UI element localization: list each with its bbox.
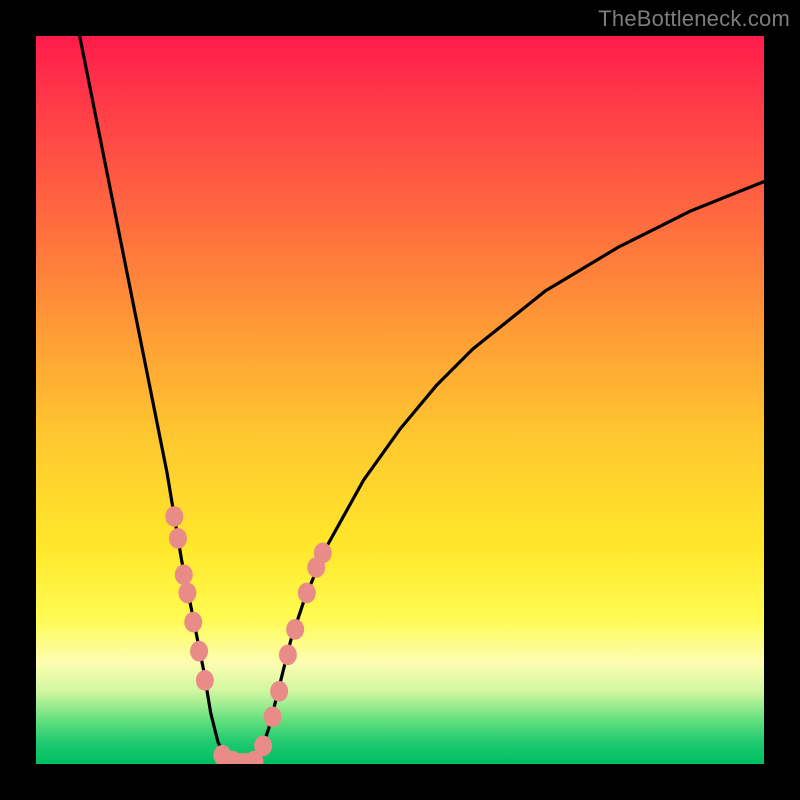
left-branch-dots-1 [169, 528, 187, 549]
bottleneck-curve-left [80, 36, 233, 764]
left-branch-dots-2 [175, 564, 193, 585]
right-branch-dots-1 [254, 735, 272, 756]
right-branch-dots-2 [264, 706, 282, 727]
right-branch-dots-6 [298, 583, 316, 604]
chart-svg [36, 36, 764, 764]
left-branch-dots-0 [165, 506, 183, 527]
right-branch-dots-4 [279, 644, 297, 665]
right-branch-dots-3 [270, 681, 288, 702]
bottleneck-curve-right [254, 182, 764, 764]
left-branch-dots-5 [190, 641, 208, 662]
left-branch-dots-6 [196, 670, 214, 691]
left-branch-dots-4 [184, 612, 202, 633]
left-branch-dots-3 [178, 583, 196, 604]
chart-frame: TheBottleneck.com [0, 0, 800, 800]
right-branch-dots-8 [314, 543, 332, 564]
watermark-label: TheBottleneck.com [598, 6, 790, 32]
right-branch-dots-5 [286, 619, 304, 640]
plot-area [36, 36, 764, 764]
